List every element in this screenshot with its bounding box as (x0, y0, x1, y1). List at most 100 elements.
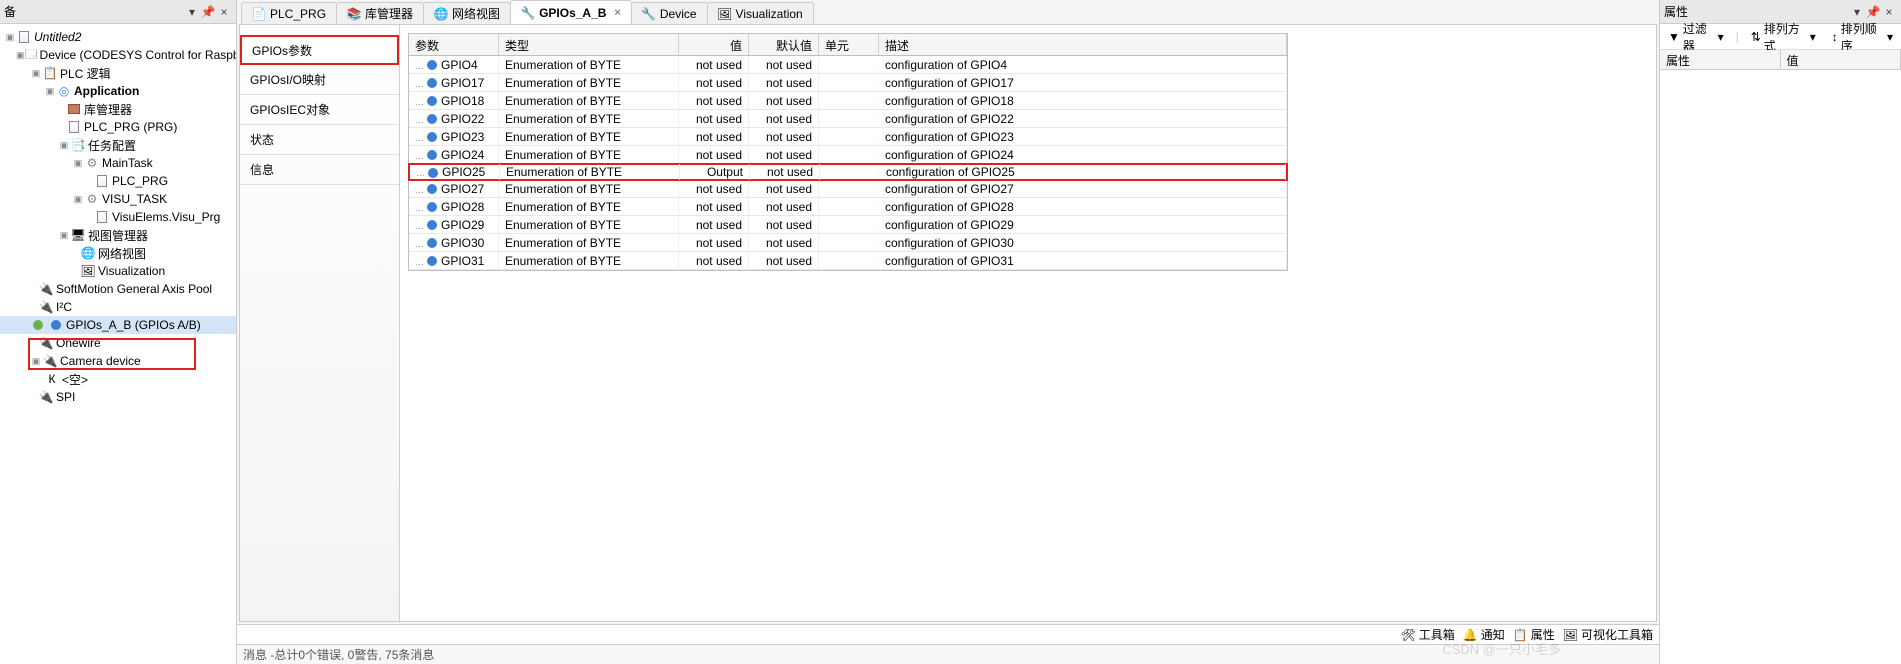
prop-col-value[interactable]: 值 (1781, 50, 1901, 69)
dev-icon: 🔧 (642, 7, 656, 21)
sortorder-icon: ↕ (1832, 30, 1838, 44)
tree-maintask[interactable]: ▣⚙MainTask (0, 154, 236, 172)
param-type: Enumeration of BYTE (499, 199, 679, 215)
tree-onewire[interactable]: 🔌Onewire (0, 334, 236, 352)
side-tab-params[interactable]: GPIOs参数 (240, 35, 399, 65)
param-type: Enumeration of BYTE (499, 181, 679, 197)
tree-i2c[interactable]: 🔌I²C (0, 298, 236, 316)
param-row[interactable]: …GPIO18Enumeration of BYTEnot usednot us… (409, 92, 1287, 110)
tab-gpiosab[interactable]: 🔧GPIOs_A_B× (510, 0, 632, 24)
tree-application[interactable]: ▣◎Application (0, 82, 236, 100)
bell-icon: 🔔 (1463, 628, 1478, 642)
col-desc[interactable]: 描述 (879, 34, 1287, 55)
col-value[interactable]: 值 (679, 34, 749, 55)
param-value[interactable]: not used (679, 57, 749, 73)
tool-toolbox[interactable]: 🛠工具箱 (1401, 626, 1455, 643)
col-param[interactable]: 参数 (409, 34, 499, 55)
param-type: Enumeration of BYTE (499, 75, 679, 91)
param-icon (427, 238, 437, 248)
tree-gpios[interactable]: GPIOs_A_B (GPIOs A/B) (0, 316, 236, 334)
tree-visu-mgr[interactable]: ▣🖥视图管理器 (0, 226, 236, 244)
col-type[interactable]: 类型 (499, 34, 679, 55)
tool-visu-toolbox[interactable]: 🖼可视化工具箱 (1563, 626, 1653, 643)
param-row[interactable]: …GPIO25Enumeration of BYTEOutputnot used… (408, 163, 1288, 181)
tab-label: 库管理器 (365, 5, 413, 22)
param-name: GPIO29 (441, 218, 484, 232)
prop-col-name[interactable]: 属性 (1660, 50, 1781, 69)
param-row[interactable]: …GPIO28Enumeration of BYTEnot usednot us… (409, 198, 1287, 216)
tab-visualization[interactable]: 🖼Visualization (707, 2, 814, 24)
param-value[interactable]: not used (679, 129, 749, 145)
param-row[interactable]: …GPIO17Enumeration of BYTEnot usednot us… (409, 74, 1287, 92)
param-value[interactable]: not used (679, 93, 749, 109)
tree-net-view[interactable]: 🌐网络视图 (0, 244, 236, 262)
side-tab-iecobj[interactable]: GPIOsIEC对象 (240, 95, 399, 125)
param-name: GPIO22 (441, 112, 484, 126)
tree-softmotion[interactable]: 🔌SoftMotion General Axis Pool (0, 280, 236, 298)
param-icon (427, 78, 437, 88)
tree-plc-logic[interactable]: ▣📋PLC 逻辑 (0, 64, 236, 82)
side-tab-iomap[interactable]: GPIOsI/O映射 (240, 65, 399, 95)
tree-plcprg-task[interactable]: PLC_PRG (0, 172, 236, 190)
visu-icon: 🖼 (718, 7, 732, 21)
param-row[interactable]: …GPIO4Enumeration of BYTEnot usednot use… (409, 56, 1287, 74)
editor-workarea: GPIOs参数 GPIOsI/O映射 GPIOsIEC对象 状态 信息 参数 类… (239, 24, 1657, 622)
param-row[interactable]: …GPIO22Enumeration of BYTEnot usednot us… (409, 110, 1287, 128)
param-default: not used (749, 147, 819, 163)
param-type: Enumeration of BYTE (499, 57, 679, 73)
param-default: not used (749, 111, 819, 127)
param-icon (427, 150, 437, 160)
param-icon (427, 184, 437, 194)
panel-title: 备 (4, 3, 184, 20)
tree-visualization[interactable]: 🖼Visualization (0, 262, 236, 280)
property-grid[interactable]: 属性 值 (1660, 50, 1901, 664)
tree-device[interactable]: ▣🗔Device (CODESYS Control for Raspberry … (0, 46, 236, 64)
param-value[interactable]: not used (679, 147, 749, 163)
param-value[interactable]: Output (680, 164, 750, 180)
param-value[interactable]: not used (679, 75, 749, 91)
params-grid[interactable]: 参数 类型 值 默认值 单元 描述 …GPIO4Enumeration of B… (408, 33, 1288, 271)
tab-[interactable]: 🌐网络视图 (423, 2, 511, 24)
props-filterbar: ▼过滤器▾ | ⇅排列方式▾ ↕排列顺序▾ (1660, 24, 1901, 50)
param-value[interactable]: not used (679, 217, 749, 233)
tab-close-icon[interactable]: × (614, 7, 620, 19)
tree-plc-prg[interactable]: PLC_PRG (PRG) (0, 118, 236, 136)
param-value[interactable]: not used (679, 111, 749, 127)
param-name: GPIO28 (441, 200, 484, 214)
param-value[interactable]: not used (679, 253, 749, 269)
param-row[interactable]: …GPIO30Enumeration of BYTEnot usednot us… (409, 234, 1287, 252)
tree-lib-mgr[interactable]: 库管理器 (0, 100, 236, 118)
dropdown-icon[interactable]: ▾ (184, 4, 200, 20)
side-tab-info[interactable]: 信息 (240, 155, 399, 185)
tab-[interactable]: 📚库管理器 (336, 2, 424, 24)
param-default: not used (749, 253, 819, 269)
tree-visu-task[interactable]: ▣⚙VISU_TASK (0, 190, 236, 208)
tree-root[interactable]: ▣Untitled2 (0, 28, 236, 46)
side-tab-status[interactable]: 状态 (240, 125, 399, 155)
tab-plcprg[interactable]: 📄PLC_PRG (241, 2, 337, 24)
param-value[interactable]: not used (679, 181, 749, 197)
tool-props[interactable]: 📋属性 (1513, 626, 1555, 643)
param-value[interactable]: not used (679, 199, 749, 215)
tree-empty[interactable]: К<空> (0, 370, 236, 388)
param-row[interactable]: …GPIO27Enumeration of BYTEnot usednot us… (409, 180, 1287, 198)
param-row[interactable]: …GPIO29Enumeration of BYTEnot usednot us… (409, 216, 1287, 234)
sort-icon: ⇅ (1751, 30, 1761, 44)
tree-spi[interactable]: 🔌SPI (0, 388, 236, 406)
tree-visu-elems[interactable]: VisuElems.Visu_Prg (0, 208, 236, 226)
tool-notify[interactable]: 🔔通知 (1463, 626, 1505, 643)
param-icon (427, 202, 437, 212)
col-unit[interactable]: 单元 (819, 34, 879, 55)
param-row[interactable]: …GPIO24Enumeration of BYTEnot usednot us… (409, 146, 1287, 164)
tree-camera[interactable]: ▣🔌Camera device (0, 352, 236, 370)
param-row[interactable]: …GPIO31Enumeration of BYTEnot usednot us… (409, 252, 1287, 270)
param-value[interactable]: not used (679, 235, 749, 251)
pin-icon[interactable]: 📌 (200, 4, 216, 20)
tab-device[interactable]: 🔧Device (631, 2, 708, 24)
col-default[interactable]: 默认值 (749, 34, 819, 55)
param-row[interactable]: …GPIO23Enumeration of BYTEnot usednot us… (409, 128, 1287, 146)
close-icon[interactable]: × (216, 4, 232, 20)
message-bar[interactable]: 消息 -总计0个错误, 0警告, 75条消息 (237, 644, 1659, 664)
tree-task-cfg[interactable]: ▣📑任务配置 (0, 136, 236, 154)
device-tree[interactable]: ▣Untitled2 ▣🗔Device (CODESYS Control for… (0, 24, 236, 664)
